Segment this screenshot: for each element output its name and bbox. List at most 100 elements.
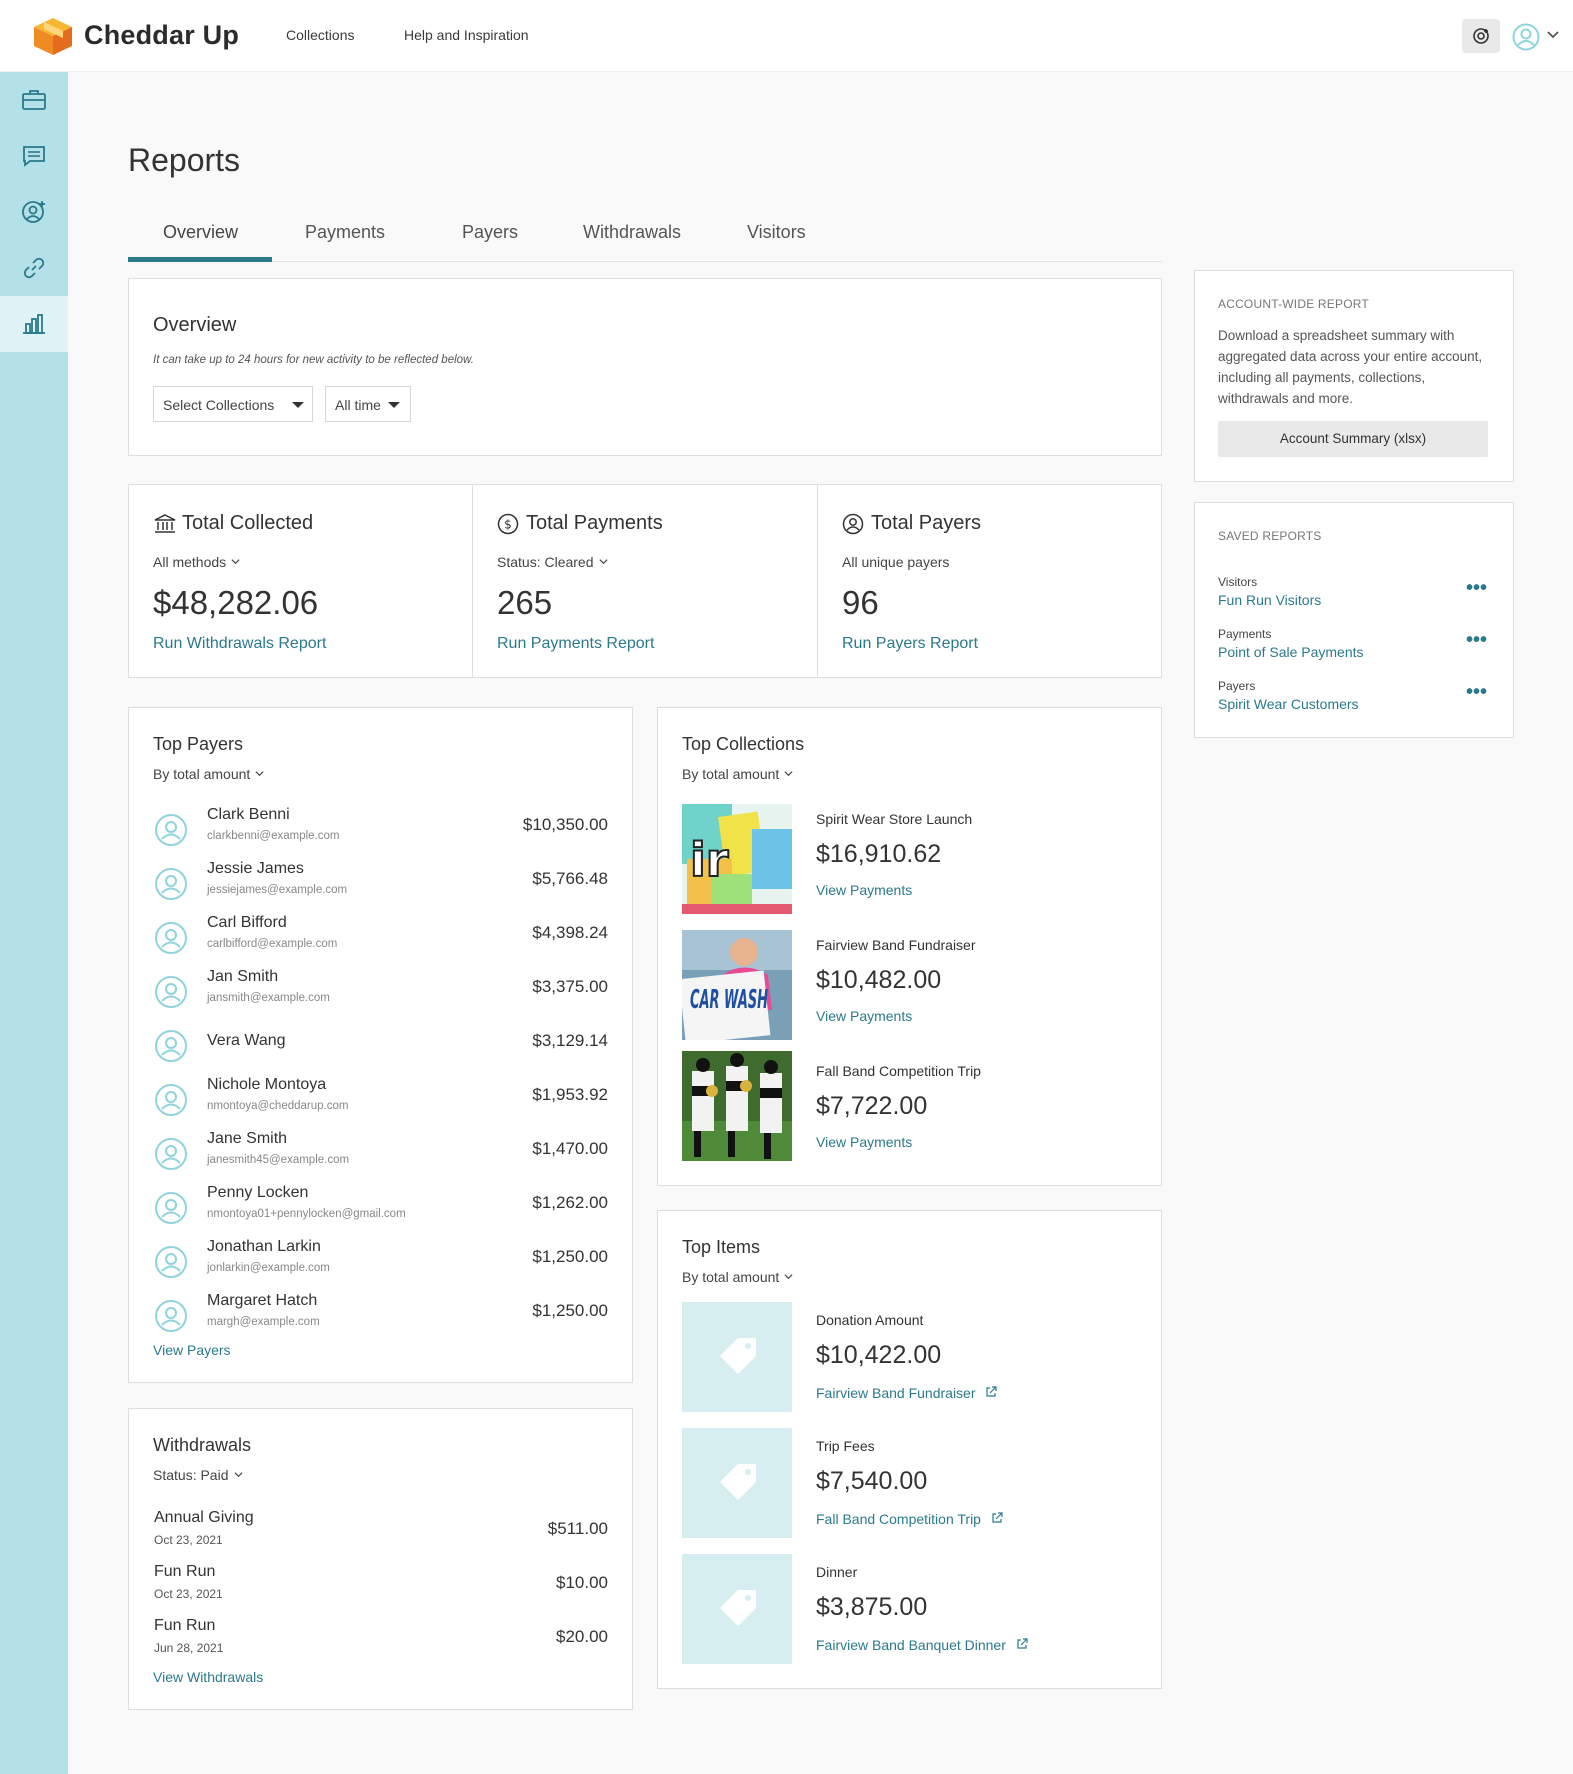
payer-email: jessiejames@example.com [207, 884, 348, 896]
payer-row[interactable]: Vera Wang $3,129.14 [154, 1022, 608, 1070]
payer-name[interactable]: Carl Bifford [207, 914, 287, 932]
view-payments-link[interactable]: View Payments [816, 1008, 912, 1024]
item-thumbnail[interactable] [682, 1554, 792, 1664]
payer-row[interactable]: Jonathan Larkin jonlarkin@example.com $1,2… [154, 1238, 608, 1286]
overview-note: It can take up to 24 hours for new activ… [153, 354, 474, 366]
payer-name[interactable]: Jessie James [207, 860, 304, 878]
withdrawal-row[interactable]: Fun Run Jun 28, 2021 $20.00 [154, 1617, 608, 1667]
payer-row[interactable]: Jessie James jessiejames@example.com $5,76… [154, 860, 608, 908]
nav-help-inspiration[interactable]: Help and Inspiration [404, 27, 529, 43]
marching-band-image-icon [682, 1051, 792, 1161]
user-circle-icon [155, 1300, 187, 1332]
payer-row[interactable]: Jane Smith janesmith45@example.com $1,470.… [154, 1130, 608, 1178]
rail-item-links[interactable] [0, 240, 68, 296]
item-thumbnail[interactable] [682, 1302, 792, 1412]
item-collection-link[interactable]: Fall Band Competition Trip [816, 1511, 1003, 1527]
payer-row[interactable]: Jan Smith jansmith@example.com $3,375.00 [154, 968, 608, 1016]
view-payers-link[interactable]: View Payers [153, 1342, 231, 1358]
saved-report-link[interactable]: Point of Sale Payments [1218, 644, 1364, 660]
item-name: Trip Fees [816, 1438, 875, 1454]
collection-name[interactable]: Spirit Wear Store Launch [816, 811, 972, 827]
withdrawal-row[interactable]: Fun Run Oct 23, 2021 $10.00 [154, 1563, 608, 1613]
top-items-sort[interactable]: By total amount [682, 1269, 793, 1285]
withdrawals-status-filter[interactable]: Status: Paid [153, 1467, 243, 1483]
cheddar-logo-icon[interactable] [32, 16, 74, 56]
collection-thumbnail-spirit-wear[interactable]: ir [682, 804, 792, 914]
rail-item-messages[interactable] [0, 128, 68, 184]
chevron-down-icon[interactable] [1546, 30, 1560, 40]
saved-reports-label: SAVED REPORTS [1218, 529, 1322, 543]
bank-icon [154, 514, 176, 533]
payer-name[interactable]: Jonathan Larkin [207, 1238, 321, 1256]
total-collected-filter[interactable]: All methods [153, 554, 240, 570]
time-filter-dropdown[interactable]: All time [325, 386, 411, 422]
rail-item-reports[interactable] [0, 296, 68, 352]
payer-name[interactable]: Jane Smith [207, 1130, 287, 1148]
payer-amount: $1,262.00 [532, 1193, 608, 1212]
collection-name[interactable]: Fairview Band Fundraiser [816, 937, 976, 953]
more-options-icon[interactable]: ••• [1466, 630, 1487, 650]
payer-name[interactable]: Margaret Hatch [207, 1292, 317, 1310]
withdrawal-amount: $20.00 [556, 1627, 608, 1646]
withdrawal-row[interactable]: Annual Giving Oct 23, 2021 $511.00 [154, 1509, 608, 1559]
tab-payments[interactable]: Payments [305, 222, 385, 243]
bar-chart-icon [23, 314, 45, 334]
select-collections-dropdown[interactable]: Select Collections [153, 386, 313, 422]
run-payments-report-link[interactable]: Run Payments Report [497, 635, 654, 653]
page-title: Reports [128, 142, 241, 178]
tab-payers[interactable]: Payers [462, 222, 518, 243]
payer-name[interactable]: Vera Wang [207, 1032, 286, 1050]
tab-visitors[interactable]: Visitors [747, 222, 806, 243]
time-filter-label: All time [335, 397, 381, 413]
user-avatar-icon[interactable] [1512, 23, 1540, 51]
view-payments-link[interactable]: View Payments [816, 1134, 912, 1150]
brand-name[interactable]: Cheddar Up [84, 20, 239, 51]
user-circle-icon [155, 1246, 187, 1278]
support-button[interactable] [1462, 19, 1500, 53]
saved-report-type: Payments [1218, 627, 1272, 641]
active-tab-indicator [128, 257, 272, 262]
user-add-icon [22, 201, 45, 223]
payer-row[interactable]: Penny Locken nmontoya01+pennylocken@gmail… [154, 1184, 608, 1232]
more-options-icon[interactable]: ••• [1466, 682, 1487, 702]
saved-report-link[interactable]: Fun Run Visitors [1218, 592, 1321, 608]
stat-divider [817, 484, 818, 678]
top-payers-sort[interactable]: By total amount [153, 766, 264, 782]
total-payments-filter[interactable]: Status: Cleared [497, 554, 608, 570]
view-withdrawals-link[interactable]: View Withdrawals [153, 1669, 263, 1685]
item-thumbnail[interactable] [682, 1428, 792, 1538]
collection-amount: $7,722.00 [816, 1092, 928, 1120]
item-amount: $3,875.00 [816, 1593, 928, 1621]
run-payers-report-link[interactable]: Run Payers Report [842, 635, 978, 653]
payer-row[interactable]: Clark Benni clarkbenni@example.com $10,350… [154, 806, 608, 854]
payer-name[interactable]: Nichole Montoya [207, 1076, 326, 1094]
payer-row[interactable]: Nichole Montoya nmontoya@cheddarup.com $1,… [154, 1076, 608, 1124]
payer-email: janesmith45@example.com [207, 1154, 350, 1166]
collection-name[interactable]: Fall Band Competition Trip [816, 1063, 981, 1079]
collection-thumbnail-car-wash[interactable]: CAR WASH [682, 930, 792, 1040]
top-collections-sort[interactable]: By total amount [682, 766, 793, 782]
collection-thumbnail-marching-band[interactable] [682, 1051, 792, 1161]
payer-name[interactable]: Penny Locken [207, 1184, 308, 1202]
payer-row[interactable]: Margaret Hatch margh@example.com $1,250.00 [154, 1292, 608, 1340]
rail-item-collections[interactable] [0, 72, 68, 128]
item-collection-link-label: Fairview Band Fundraiser [816, 1385, 976, 1401]
payer-name[interactable]: Jan Smith [207, 968, 278, 986]
rail-item-users[interactable] [0, 184, 68, 240]
chevron-down-icon [784, 1274, 793, 1280]
tab-withdrawals[interactable]: Withdrawals [583, 222, 681, 243]
more-options-icon[interactable]: ••• [1466, 578, 1487, 598]
item-collection-link[interactable]: Fairview Band Fundraiser [816, 1385, 998, 1401]
payer-row[interactable]: Carl Bifford carlbifford@example.com $4,39… [154, 914, 608, 962]
run-withdrawals-report-link[interactable]: Run Withdrawals Report [153, 635, 326, 653]
nav-collections[interactable]: Collections [286, 27, 354, 43]
view-payments-link[interactable]: View Payments [816, 882, 912, 898]
chevron-down-icon [255, 771, 264, 777]
payer-email: carlbifford@example.com [207, 938, 338, 950]
payer-name[interactable]: Clark Benni [207, 806, 290, 824]
tab-overview[interactable]: Overview [163, 222, 238, 243]
saved-report-link[interactable]: Spirit Wear Customers [1218, 696, 1359, 712]
item-collection-link[interactable]: Fairview Band Banquet Dinner [816, 1637, 1028, 1653]
account-summary-button[interactable]: Account Summary (xlsx) [1218, 421, 1488, 457]
withdrawal-amount: $10.00 [556, 1573, 608, 1592]
